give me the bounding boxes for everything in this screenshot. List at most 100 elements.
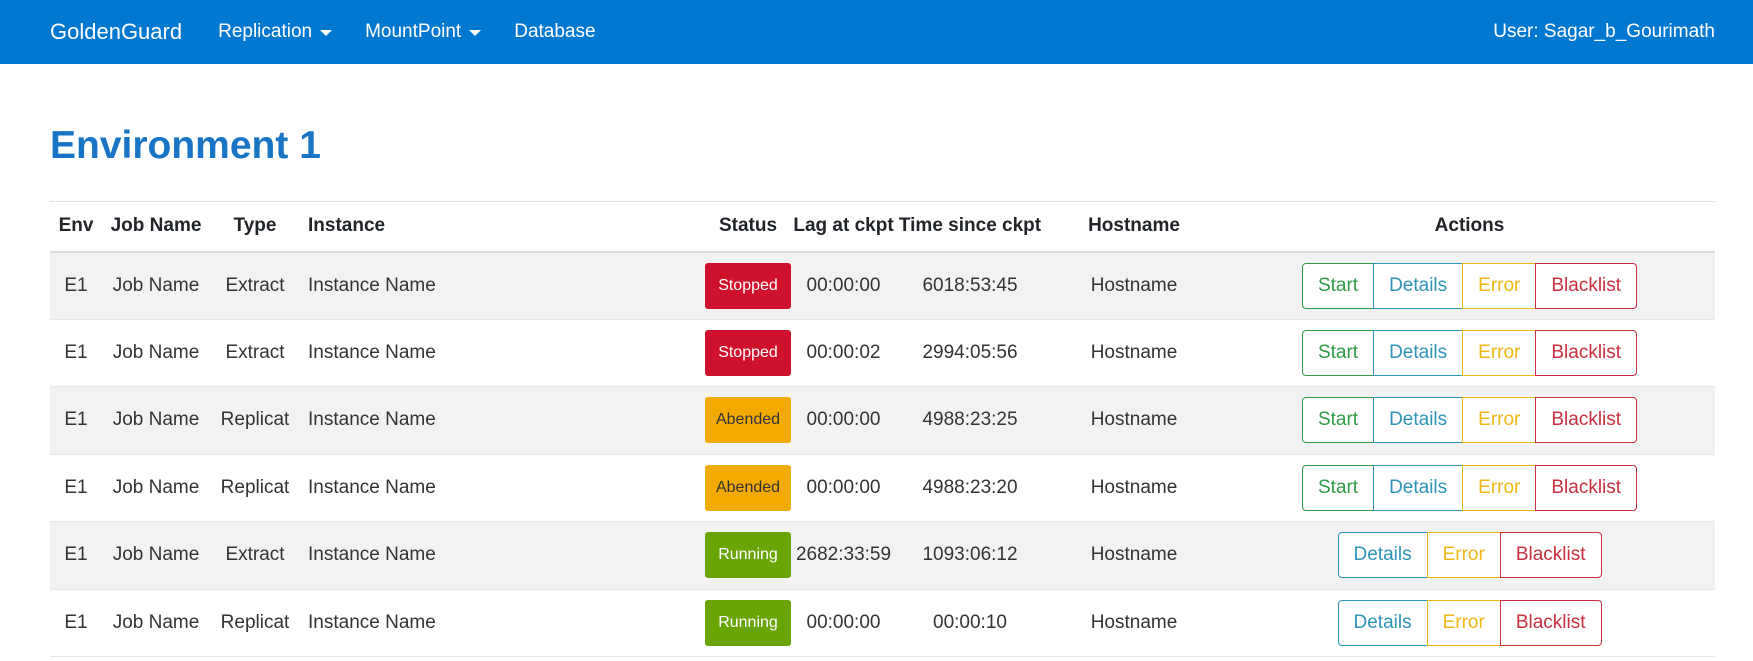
cell-time-since: 2994:05:56 (896, 319, 1044, 387)
blacklist-button[interactable]: Blacklist (1499, 532, 1602, 579)
cell-job-name: Job Name (102, 454, 210, 522)
cell-instance: Instance Name (300, 454, 705, 522)
cell-job-name: Job Name (102, 251, 210, 320)
cell-type: Extract (210, 251, 300, 320)
cell-lag: 00:00:00 (791, 386, 896, 455)
cell-actions: Start Details Error Blacklist (1224, 386, 1715, 455)
blacklist-button[interactable]: Blacklist (1499, 599, 1602, 646)
table-header-row: Env Job Name Type Instance Status Lag at… (50, 201, 1715, 253)
cell-status: Stopped (705, 251, 791, 320)
cell-env: E1 (50, 319, 102, 387)
brand-logo[interactable]: GoldenGuard (50, 19, 182, 45)
cell-actions: Start Details Error Blacklist (1224, 454, 1715, 522)
cell-time-since: 00:00:10 (896, 589, 1044, 657)
error-button[interactable]: Error (1426, 532, 1501, 579)
start-button[interactable]: Start (1301, 464, 1375, 511)
nav-mountpoint-label: MountPoint (365, 21, 462, 42)
nav-replication-dropdown[interactable]: Replication (218, 21, 333, 43)
cell-env: E1 (50, 589, 102, 657)
cell-env: E1 (50, 251, 102, 320)
start-button[interactable]: Start (1301, 329, 1375, 376)
cell-type: Replicat (210, 454, 300, 522)
col-header-type: Type (210, 201, 300, 253)
table-row: E1 Job Name Extract Instance Name Runnin… (50, 521, 1715, 590)
table-row: E1 Job Name Replicat Instance Name Abend… (50, 454, 1715, 522)
user-label: User: Sagar_b_Gourimath (1493, 21, 1715, 42)
col-header-lag: Lag at ckpt (791, 201, 896, 253)
cell-type: Replicat (210, 386, 300, 455)
cell-hostname: Hostname (1044, 454, 1224, 522)
col-header-actions: Actions (1224, 201, 1715, 253)
cell-actions: Start Details Error Blacklist (1224, 251, 1715, 320)
cell-status: Running (705, 589, 791, 657)
start-button[interactable]: Start (1301, 262, 1375, 309)
action-button-group: Details Error Blacklist (1337, 532, 1602, 579)
blacklist-button[interactable]: Blacklist (1535, 262, 1638, 309)
nav-database-link[interactable]: Database (514, 21, 595, 43)
cell-hostname: Hostname (1044, 521, 1224, 590)
cell-hostname: Hostname (1044, 589, 1224, 657)
cell-instance: Instance Name (300, 386, 705, 455)
main-content: Environment 1 Env Job Name Type Instance… (0, 117, 1753, 657)
col-header-job-name: Job Name (102, 201, 210, 253)
cell-time-since: 1093:06:12 (896, 521, 1044, 590)
action-button-group: Details Error Blacklist (1337, 599, 1602, 646)
table-row: E1 Job Name Extract Instance Name Stoppe… (50, 251, 1715, 320)
blacklist-button[interactable]: Blacklist (1535, 329, 1638, 376)
nav-mountpoint-dropdown[interactable]: MountPoint (365, 21, 482, 43)
col-header-status: Status (705, 201, 791, 253)
details-button[interactable]: Details (1373, 329, 1464, 376)
status-badge: Stopped (705, 329, 791, 376)
cell-instance: Instance Name (300, 521, 705, 590)
blacklist-button[interactable]: Blacklist (1535, 464, 1638, 511)
action-button-group: Start Details Error Blacklist (1301, 262, 1638, 309)
start-button[interactable]: Start (1301, 397, 1375, 444)
page-title: Environment 1 (50, 124, 321, 167)
nav-database-label: Database (514, 21, 596, 42)
action-button-group: Start Details Error Blacklist (1301, 329, 1638, 376)
cell-instance: Instance Name (300, 251, 705, 320)
error-button[interactable]: Error (1462, 397, 1537, 444)
details-button[interactable]: Details (1373, 262, 1464, 309)
col-header-time-since: Time since ckpt (896, 201, 1044, 253)
cell-job-name: Job Name (102, 589, 210, 657)
details-button[interactable]: Details (1337, 599, 1428, 646)
details-button[interactable]: Details (1373, 397, 1464, 444)
error-button[interactable]: Error (1462, 464, 1537, 511)
error-button[interactable]: Error (1462, 262, 1537, 309)
cell-hostname: Hostname (1044, 319, 1224, 387)
cell-instance: Instance Name (300, 589, 705, 657)
details-button[interactable]: Details (1373, 464, 1464, 511)
details-button[interactable]: Details (1337, 532, 1428, 579)
cell-time-since: 6018:53:45 (896, 251, 1044, 320)
jobs-table: Env Job Name Type Instance Status Lag at… (50, 201, 1715, 657)
table-row: E1 Job Name Replicat Instance Name Abend… (50, 386, 1715, 455)
cell-type: Replicat (210, 589, 300, 657)
cell-lag: 00:00:02 (791, 319, 896, 387)
cell-job-name: Job Name (102, 521, 210, 590)
caret-down-icon (469, 30, 482, 36)
cell-actions: Details Error Blacklist (1224, 589, 1715, 657)
cell-status: Stopped (705, 319, 791, 387)
caret-down-icon (320, 30, 333, 36)
col-header-instance: Instance (300, 201, 705, 253)
error-button[interactable]: Error (1426, 599, 1501, 646)
status-badge: Stopped (705, 262, 791, 309)
cell-status: Abended (705, 454, 791, 522)
cell-actions: Start Details Error Blacklist (1224, 319, 1715, 387)
cell-status: Running (705, 521, 791, 590)
cell-time-since: 4988:23:20 (896, 454, 1044, 522)
cell-job-name: Job Name (102, 319, 210, 387)
status-badge: Abended (705, 464, 791, 511)
cell-env: E1 (50, 386, 102, 455)
cell-status: Abended (705, 386, 791, 455)
cell-instance: Instance Name (300, 319, 705, 387)
blacklist-button[interactable]: Blacklist (1535, 397, 1638, 444)
cell-env: E1 (50, 521, 102, 590)
cell-lag: 00:00:00 (791, 454, 896, 522)
cell-lag: 00:00:00 (791, 589, 896, 657)
col-header-hostname: Hostname (1044, 201, 1224, 253)
cell-env: E1 (50, 454, 102, 522)
cell-lag: 00:00:00 (791, 251, 896, 320)
error-button[interactable]: Error (1462, 329, 1537, 376)
